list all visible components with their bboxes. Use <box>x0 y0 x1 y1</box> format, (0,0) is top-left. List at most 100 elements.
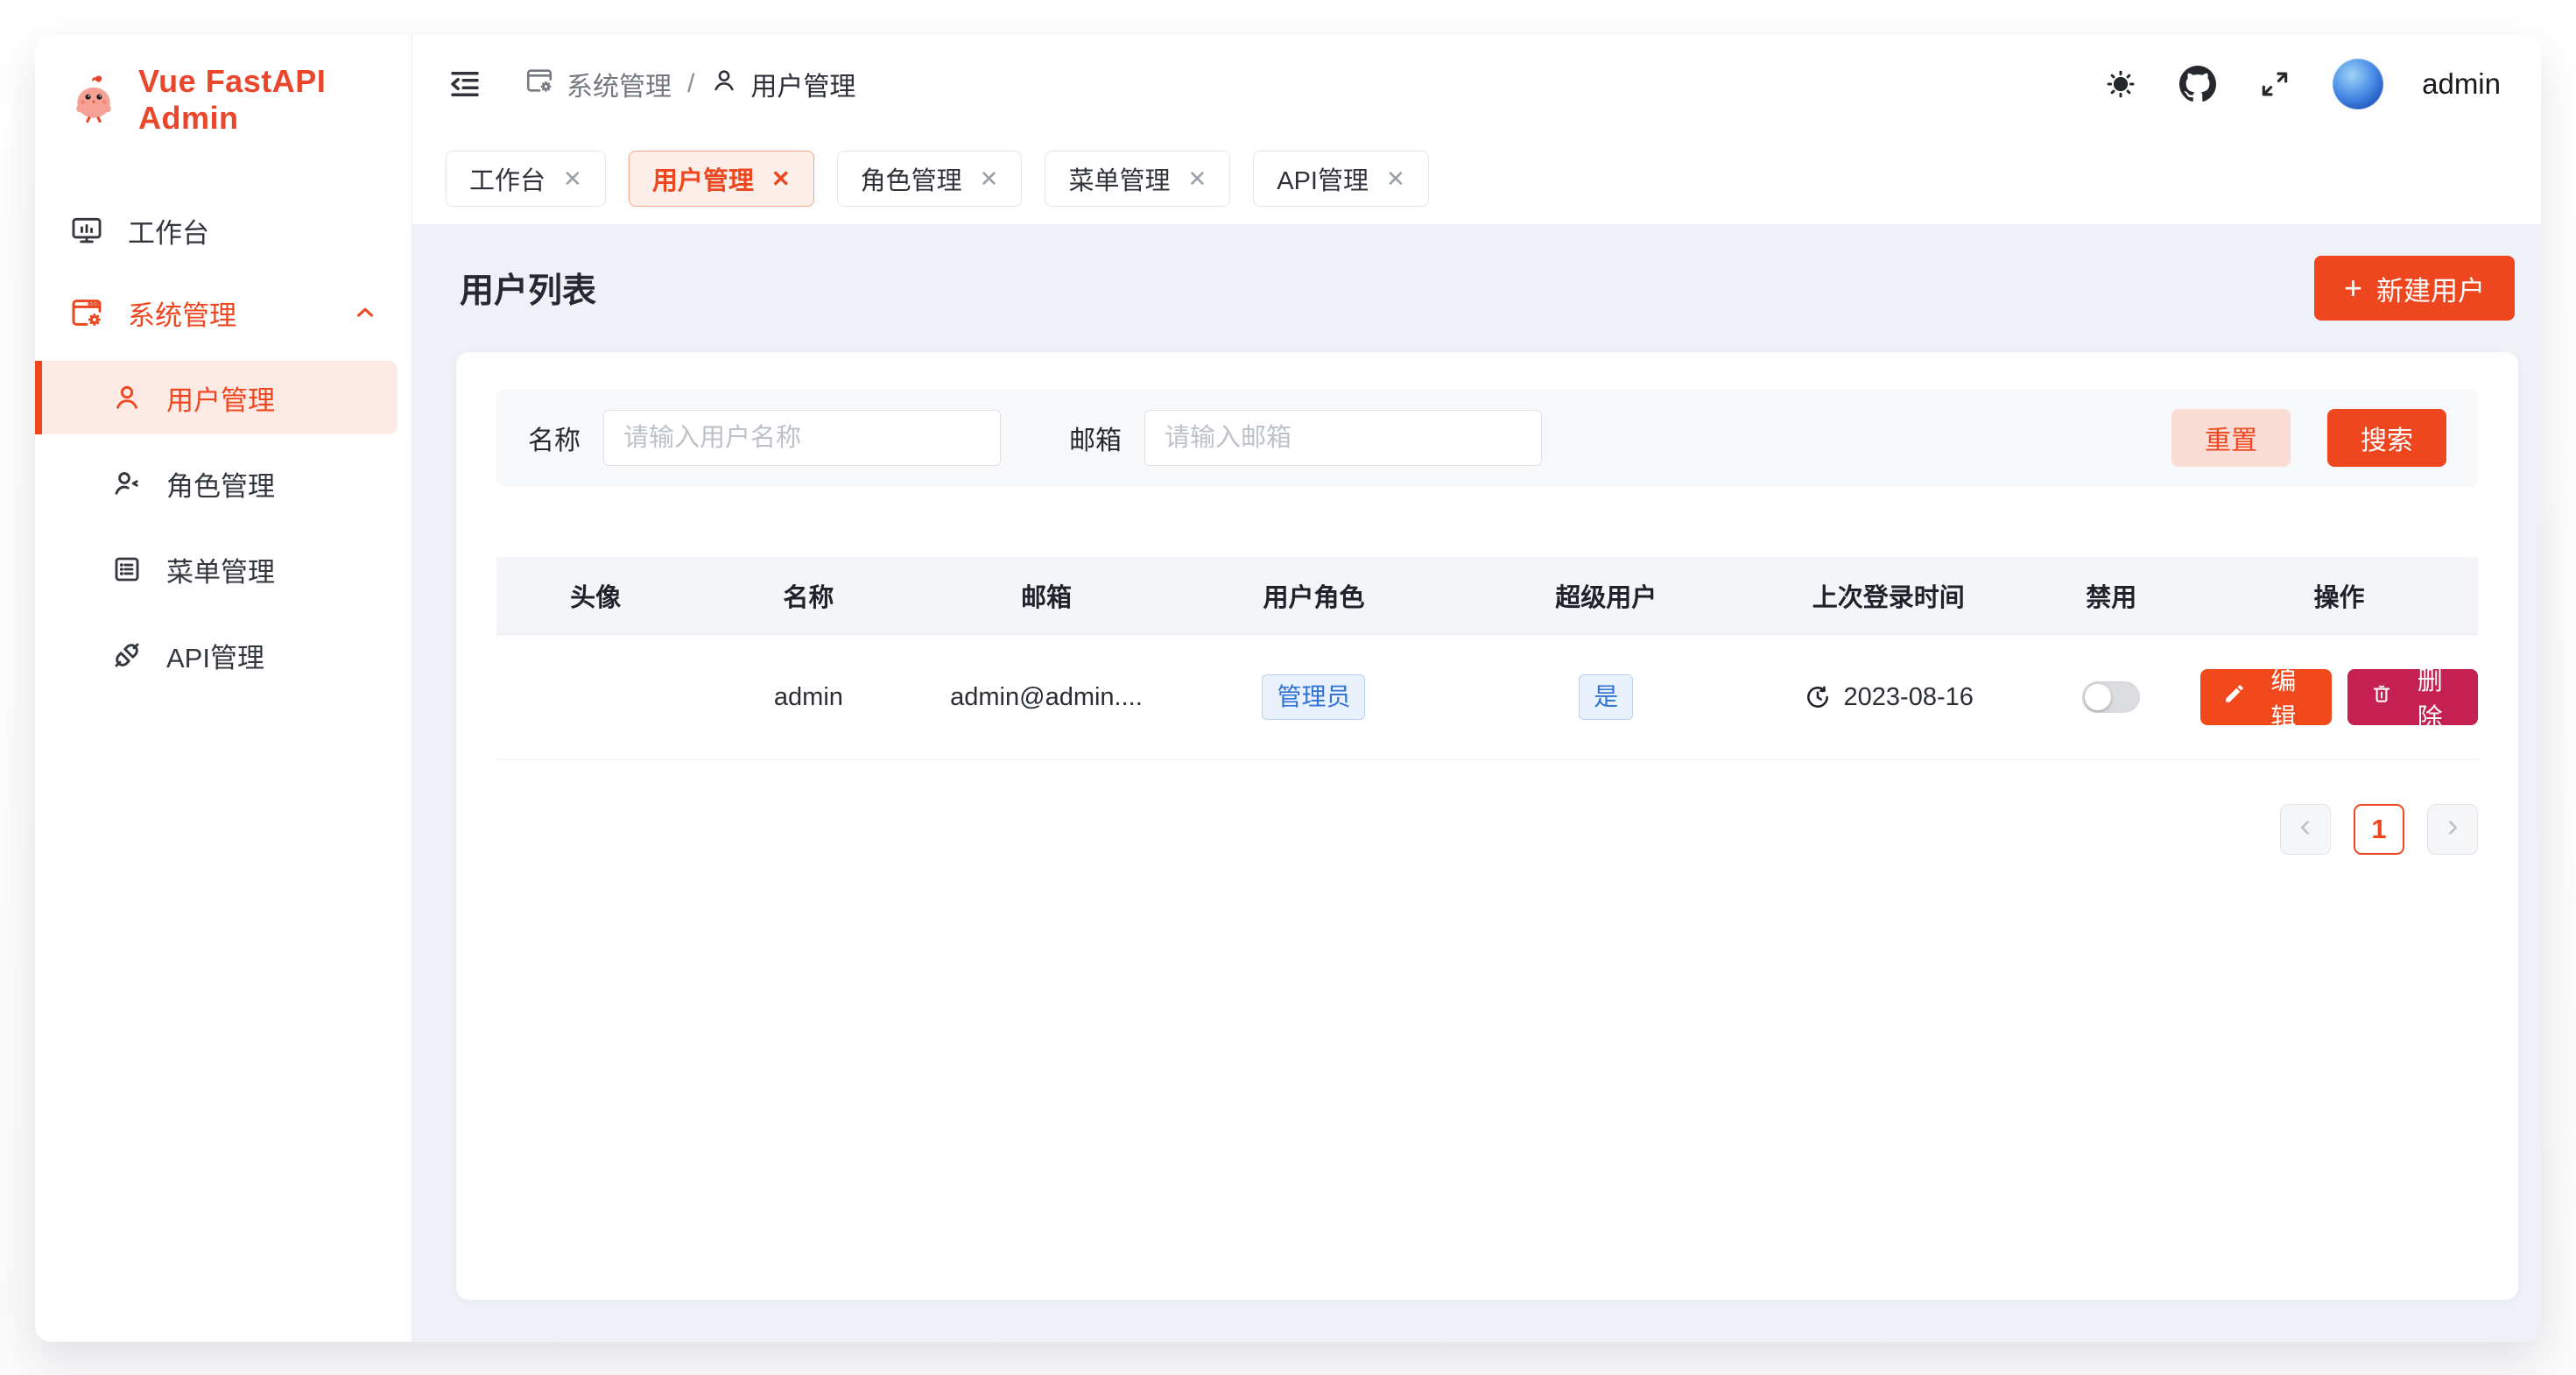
system-gear-icon <box>524 66 554 102</box>
delete-button[interactable]: 删除 <box>2347 669 2478 725</box>
filter-panel: 名称 邮箱 重置 搜索 <box>496 389 2478 487</box>
github-icon[interactable] <box>2178 65 2217 103</box>
user-avatar[interactable] <box>2333 59 2383 109</box>
plus-icon: + <box>2344 272 2362 304</box>
role-icon <box>110 467 144 500</box>
col-header-last-login: 上次登录时间 <box>1755 577 2023 614</box>
email-filter-input[interactable] <box>1144 410 1542 466</box>
chicken-logo-icon <box>67 71 121 130</box>
tab-label: 菜单管理 <box>1068 160 1170 197</box>
table-header-row: 头像 名称 邮箱 用户角色 超级用户 上次登录时间 禁用 操作 <box>496 557 2478 635</box>
cell-actions: 编辑 <box>2200 669 2478 725</box>
name-filter-group: 名称 <box>528 410 1001 466</box>
pagination-prev-button[interactable] <box>2280 804 2331 855</box>
edit-button-label: 编辑 <box>2258 669 2308 725</box>
delete-button-label: 删除 <box>2405 669 2455 725</box>
filter-actions: 重置 搜索 <box>2171 409 2446 467</box>
topbar-actions: admin <box>2101 59 2501 109</box>
cell-email: admin@admin.... <box>923 683 1171 712</box>
last-login-value: 2023-08-16 <box>1844 683 1974 712</box>
sidebar-item-user-management[interactable]: 用户管理 <box>35 361 398 434</box>
new-user-button-label: 新建用户 <box>2376 269 2485 308</box>
content-card: 名称 邮箱 重置 搜索 <box>456 352 2518 1300</box>
tab-role-management[interactable]: 角色管理 ✕ <box>837 151 1023 207</box>
trash-icon <box>2370 682 2393 712</box>
role-tag: 管理员 <box>1262 674 1365 720</box>
email-filter-group: 邮箱 <box>1069 410 1542 466</box>
col-header-email: 邮箱 <box>923 577 1171 614</box>
app-window: Vue FastAPI Admin 工作台 <box>35 35 2541 1342</box>
pagination-next-button[interactable] <box>2427 804 2478 855</box>
close-icon[interactable]: ✕ <box>771 166 791 193</box>
tab-label: 用户管理 <box>652 160 754 197</box>
col-header-superuser: 超级用户 <box>1458 577 1755 614</box>
sidebar-item-label: 用户管理 <box>166 378 275 418</box>
name-filter-label: 名称 <box>528 419 581 457</box>
screen: Vue FastAPI Admin 工作台 <box>0 0 2576 1375</box>
toggle-knob <box>2085 684 2111 710</box>
name-filter-input[interactable] <box>603 410 1001 466</box>
tab-label: 工作台 <box>469 160 545 197</box>
cell-last-login: 2023-08-16 <box>1755 683 2023 712</box>
table-row: admin admin@admin.... 管理员 是 <box>496 635 2478 760</box>
col-header-avatar: 头像 <box>496 577 694 614</box>
main-content: 用户列表 + 新建用户 名称 邮箱 <box>412 224 2541 1342</box>
pencil-icon <box>2223 682 2246 712</box>
users-table: 头像 名称 邮箱 用户角色 超级用户 上次登录时间 禁用 操作 admin <box>496 557 2478 760</box>
sidebar-item-menu-management[interactable]: 菜单管理 <box>35 532 398 606</box>
app-title: Vue FastAPI Admin <box>138 63 412 137</box>
edit-button[interactable]: 编辑 <box>2200 669 2331 725</box>
chevron-left-icon <box>2294 816 2317 843</box>
theme-toggle-icon[interactable] <box>2101 65 2140 103</box>
logo[interactable]: Vue FastAPI Admin <box>35 35 412 159</box>
cell-role: 管理员 <box>1170 674 1457 720</box>
tab-workbench[interactable]: 工作台 ✕ <box>446 151 606 207</box>
col-header-actions: 操作 <box>2200 577 2478 614</box>
col-header-disabled: 禁用 <box>2022 577 2200 614</box>
close-icon[interactable]: ✕ <box>563 166 582 193</box>
reset-button[interactable]: 重置 <box>2171 409 2291 467</box>
tab-user-management[interactable]: 用户管理 ✕ <box>629 151 814 207</box>
breadcrumb: 系统管理 / 用户管理 <box>524 65 855 103</box>
close-icon[interactable]: ✕ <box>1187 166 1207 193</box>
sidebar: Vue FastAPI Admin 工作台 <box>35 35 412 1342</box>
sidebar-item-role-management[interactable]: 角色管理 <box>35 447 398 520</box>
page-title: 用户列表 <box>460 264 596 313</box>
breadcrumb-label: 用户管理 <box>750 65 855 103</box>
email-filter-label: 邮箱 <box>1069 419 1122 457</box>
breadcrumb-separator: / <box>687 69 694 99</box>
plug-icon <box>110 638 144 672</box>
sidebar-item-workbench[interactable]: 工作台 <box>35 196 412 264</box>
chevron-up-icon <box>352 300 378 326</box>
pagination-page-1[interactable]: 1 <box>2354 804 2404 855</box>
tab-menu-management[interactable]: 菜单管理 ✕ <box>1045 151 1230 207</box>
cell-disabled <box>2022 681 2200 713</box>
sidebar-item-label: API管理 <box>166 636 264 675</box>
close-icon[interactable]: ✕ <box>1386 166 1405 193</box>
tab-api-management[interactable]: API管理 ✕ <box>1253 151 1429 207</box>
sidebar-menu: 工作台 系统管理 <box>35 196 412 704</box>
tabs-bar: 工作台 ✕ 用户管理 ✕ 角色管理 ✕ 菜单管理 ✕ API管理 ✕ <box>412 133 2541 224</box>
right-pane: 系统管理 / 用户管理 <box>412 35 2541 1342</box>
breadcrumb-system[interactable]: 系统管理 <box>524 65 672 103</box>
breadcrumb-users[interactable]: 用户管理 <box>710 65 855 103</box>
superuser-tag: 是 <box>1579 674 1633 720</box>
pagination: 1 <box>496 804 2478 855</box>
new-user-button[interactable]: + 新建用户 <box>2314 256 2515 321</box>
username[interactable]: admin <box>2422 67 2501 101</box>
sidebar-item-label: 系统管理 <box>128 293 236 333</box>
col-header-role: 用户角色 <box>1170 577 1457 614</box>
system-gear-icon <box>68 294 105 331</box>
cell-name: admin <box>694 683 922 712</box>
search-button[interactable]: 搜索 <box>2327 409 2446 467</box>
close-icon[interactable]: ✕ <box>980 166 999 193</box>
sidebar-item-api-management[interactable]: API管理 <box>35 618 398 692</box>
sidebar-item-label: 角色管理 <box>166 464 275 504</box>
sidebar-item-label: 工作台 <box>128 211 209 250</box>
col-header-name: 名称 <box>694 577 922 614</box>
collapse-sidebar-icon[interactable] <box>446 65 484 103</box>
disabled-toggle[interactable] <box>2082 681 2140 713</box>
fullscreen-icon[interactable] <box>2256 65 2294 103</box>
breadcrumb-label: 系统管理 <box>567 65 672 103</box>
sidebar-item-system[interactable]: 系统管理 <box>35 279 412 347</box>
